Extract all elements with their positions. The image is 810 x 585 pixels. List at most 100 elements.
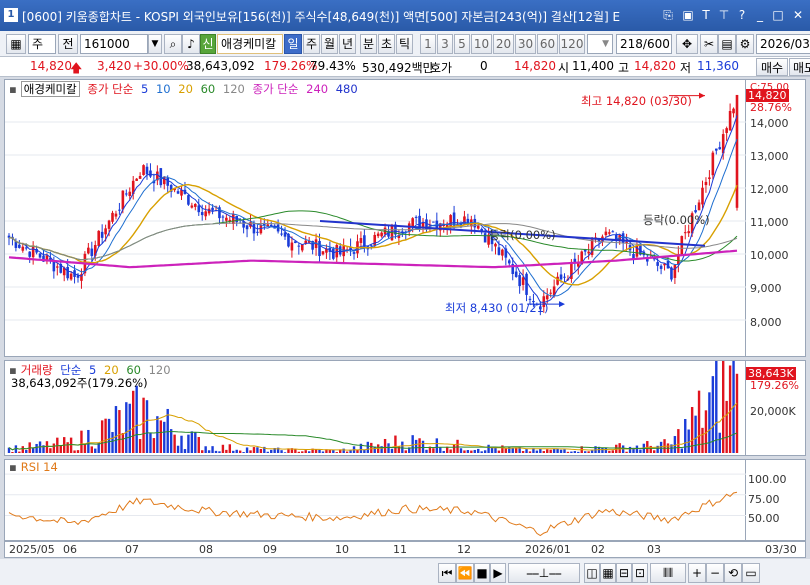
legend-ma5[interactable]: 5 <box>141 82 148 96</box>
buy-button[interactable]: 매수 <box>756 58 788 76</box>
zoom-out-icon[interactable]: − <box>706 563 724 583</box>
volume-bar <box>100 420 104 453</box>
candle-body <box>363 235 366 247</box>
minute-option-20[interactable]: 20 <box>493 34 514 54</box>
search-icon[interactable]: ⌕ <box>164 34 182 54</box>
stock-name-field: 애경케미칼 <box>217 34 283 54</box>
cut-icon[interactable]: ✂ <box>700 34 718 54</box>
trend-annotation-1: 등락(0.00%) <box>643 213 710 227</box>
help-icon[interactable]: ? <box>734 7 750 23</box>
rsi-chart-pane[interactable]: ▪ RSI 14 <box>4 459 747 541</box>
minute-option-30[interactable]: 30 <box>515 34 536 54</box>
save-icon[interactable]: ▤ <box>718 34 736 54</box>
volume-bar <box>197 437 200 453</box>
legend-ma20[interactable]: 20 <box>178 82 193 96</box>
stock-code-input[interactable]: 161000 <box>80 34 148 54</box>
price-chart-pane[interactable]: ▪ 애경케미칼 종가 단순 5 10 20 60 120 종가 단순 240 48… <box>4 79 747 357</box>
period-week-tab[interactable]: 주 <box>303 34 320 54</box>
candle-body <box>190 205 194 208</box>
tools-icon[interactable]: ✥ <box>676 34 698 54</box>
volume-bar <box>401 441 404 453</box>
fit-icon[interactable]: ◫ <box>584 563 600 583</box>
date-input[interactable]: 2026/03/ <box>756 34 810 54</box>
date-label: 06 <box>63 543 77 556</box>
prev-button[interactable]: 전 <box>58 34 78 54</box>
volume-ma120[interactable]: 120 <box>149 363 171 377</box>
volume-bar <box>504 448 508 453</box>
period-month-tab[interactable]: 월 <box>321 34 338 54</box>
candle-body <box>604 231 608 236</box>
rsi-tick: 50.00 <box>748 512 780 525</box>
volume-bar <box>604 447 608 453</box>
link-icon[interactable]: ⎘ <box>660 7 676 23</box>
legend-ma10[interactable]: 10 <box>156 82 171 96</box>
legend-ma240[interactable]: 240 <box>306 82 328 96</box>
minute-option-60[interactable]: 60 <box>537 34 558 54</box>
candle-body <box>656 262 659 266</box>
minute-option-3[interactable]: 3 <box>437 34 453 54</box>
volume-bar <box>190 431 194 453</box>
market-type-select[interactable]: 주 <box>28 34 56 54</box>
minute-option-10[interactable]: 10 <box>471 34 492 54</box>
candle-body <box>18 244 21 248</box>
stop-icon[interactable]: ■ <box>474 563 490 583</box>
speaker-icon[interactable]: ♪ <box>182 34 200 54</box>
volume-bar <box>25 449 28 453</box>
volume-bar <box>725 400 728 453</box>
candle-type-icon[interactable]: ⫴⫴ <box>650 563 686 583</box>
scroll-slider[interactable]: ⎯⎯⊥⎯⎯ <box>508 563 580 583</box>
maximize-icon[interactable]: □ <box>770 7 786 23</box>
chart-options-icon[interactable]: ▪ <box>9 82 17 96</box>
volume-bar <box>370 442 373 453</box>
period-day-tab[interactable]: 일 <box>284 34 302 54</box>
candle-body <box>718 147 722 150</box>
legend-ma2-label[interactable]: 종가 단순 <box>252 82 298 96</box>
sell-button[interactable]: 매도 <box>789 58 810 76</box>
minute-option-120[interactable]: 120 <box>559 34 585 54</box>
zoom-icon[interactable]: ⊡ <box>632 563 648 583</box>
minute-custom-select[interactable]: ▼ <box>587 34 613 54</box>
volume-bar <box>73 450 76 453</box>
candle-body <box>497 247 501 255</box>
candle-body <box>297 245 301 247</box>
window-icon[interactable]: ▣ <box>680 7 696 23</box>
high-value: 14,820 <box>634 59 676 73</box>
candle-body <box>118 209 121 211</box>
text-icon[interactable]: T <box>698 7 714 23</box>
candle-body <box>352 252 356 254</box>
chevron-down-icon[interactable]: ▼ <box>148 34 162 54</box>
volume-bar <box>590 450 594 453</box>
reset-icon[interactable]: ⟲ <box>724 563 742 583</box>
legend-ma120[interactable]: 120 <box>223 82 245 96</box>
settings-icon[interactable]: ⚙ <box>736 34 754 54</box>
close-icon[interactable]: ✕ <box>790 7 806 23</box>
first-icon[interactable]: ⏮ <box>438 563 456 583</box>
rsi-label[interactable]: RSI 14 <box>21 460 58 474</box>
date-label: 11 <box>393 543 407 556</box>
volume-chart-pane[interactable]: ▪ 거래량 단순 5 20 60 120 38,643,092주(179.26%) <box>4 360 746 456</box>
minimize-icon[interactable]: _ <box>752 7 768 23</box>
play-icon[interactable]: ▶ <box>490 563 506 583</box>
period-second-tab[interactable]: 초 <box>378 34 395 54</box>
view-icon[interactable]: ▭ <box>742 563 760 583</box>
zoom-in-icon[interactable]: + <box>688 563 706 583</box>
rsi-options-icon[interactable]: ▪ <box>9 460 17 474</box>
split-icon[interactable]: ⊟ <box>616 563 632 583</box>
legend-ma-label[interactable]: 종가 단순 <box>87 82 133 96</box>
rewind-icon[interactable]: ⏪ <box>456 563 474 583</box>
pin-icon[interactable]: ⊤ <box>716 7 732 23</box>
grid-view-icon[interactable]: ▦ <box>600 563 616 583</box>
minute-option-1[interactable]: 1 <box>420 34 436 54</box>
period-tick-tab[interactable]: 틱 <box>396 34 413 54</box>
legend-ma480[interactable]: 480 <box>336 82 358 96</box>
volume-bar <box>149 433 152 453</box>
minute-option-5[interactable]: 5 <box>454 34 470 54</box>
period-minute-tab[interactable]: 분 <box>360 34 377 54</box>
page-count-field[interactable]: 218/600 <box>616 34 672 54</box>
period-year-tab[interactable]: 년 <box>339 34 356 54</box>
volume-bar <box>187 434 190 453</box>
legend-ma60[interactable]: 60 <box>201 82 216 96</box>
legend-stock-name[interactable]: 애경케미칼 <box>20 81 80 97</box>
candle-body <box>162 176 166 185</box>
grid-icon[interactable]: ▦ <box>6 34 26 54</box>
